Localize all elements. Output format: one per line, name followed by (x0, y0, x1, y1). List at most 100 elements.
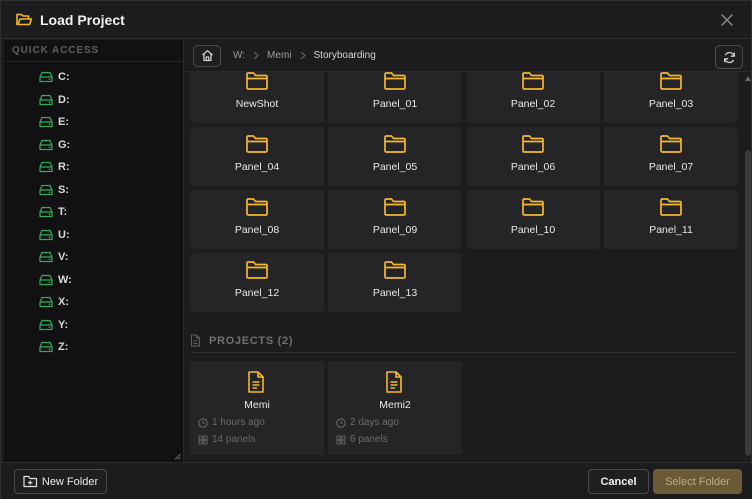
project-file-icon (246, 370, 266, 394)
scroll-up-arrow-icon[interactable] (745, 76, 751, 81)
folder-tile[interactable]: Panel_11 (604, 190, 738, 249)
folder-tile[interactable]: Panel_12 (190, 253, 324, 312)
home-icon (201, 49, 214, 62)
drive-label: Y: (58, 318, 69, 331)
sidebar-item-drive[interactable]: G: (4, 134, 183, 157)
project-name: Memi (244, 399, 270, 411)
breadcrumb-item-current[interactable]: Storyboarding (314, 50, 376, 61)
sidebar-item-drive[interactable]: C: (4, 66, 183, 89)
sidebar-item-drive[interactable]: S: (4, 179, 183, 202)
folder-plus-icon (23, 475, 38, 488)
dialog-footer: New Folder Cancel Select Folder (1, 462, 752, 499)
folder-name: Panel_02 (510, 98, 556, 110)
folder-tile[interactable]: Panel_04 (190, 127, 324, 186)
folder-name: Panel_10 (510, 224, 556, 236)
folder-icon (659, 197, 683, 217)
folder-icon (521, 134, 545, 154)
folder-icon (245, 134, 269, 154)
folder-name: Panel_12 (234, 287, 280, 299)
sidebar-item-drive[interactable]: Z: (4, 336, 183, 359)
hard-drive-icon (39, 206, 53, 218)
project-panels-text: 6 panels (350, 434, 388, 445)
drive-label: S: (58, 183, 69, 196)
select-folder-button[interactable]: Select Folder (653, 469, 742, 494)
folder-open-icon (15, 11, 33, 29)
quick-access-sidebar: QUICK ACCESS C: D: E: G: R: S: T: U: V: W: X: Y: Z: (4, 40, 184, 462)
folder-tile[interactable]: Panel_08 (190, 190, 324, 249)
new-folder-button[interactable]: New Folder (14, 469, 107, 494)
folder-icon (383, 197, 407, 217)
hard-drive-icon (39, 116, 53, 128)
folder-tile[interactable]: Panel_01 (328, 72, 462, 123)
refresh-icon (723, 51, 736, 64)
folder-tile[interactable]: NewShot (190, 72, 324, 123)
sidebar-item-drive[interactable]: Y: (4, 314, 183, 337)
folder-name: Panel_09 (372, 224, 418, 236)
breadcrumb-item-drive[interactable]: W: (233, 50, 245, 61)
resize-grip-icon[interactable] (174, 453, 181, 460)
project-tile[interactable]: Memi2 2 days ago 6 panels (328, 361, 462, 455)
folder-name: Panel_04 (234, 161, 280, 173)
clock-icon (336, 417, 346, 428)
sidebar-item-drive[interactable]: E: (4, 111, 183, 134)
folder-name: Panel_05 (372, 161, 418, 173)
folder-name: Panel_01 (372, 98, 418, 110)
close-icon[interactable] (719, 12, 735, 28)
project-time-text: 2 days ago (350, 417, 399, 428)
cancel-button[interactable]: Cancel (588, 469, 649, 494)
hard-drive-icon (39, 229, 53, 241)
scrollbar-thumb[interactable] (745, 150, 751, 456)
hard-drive-icon (39, 184, 53, 196)
hard-drive-icon (39, 139, 53, 151)
sidebar-item-drive[interactable]: U: (4, 224, 183, 247)
folder-name: Panel_13 (372, 287, 418, 299)
drive-label: E: (58, 116, 69, 129)
sidebar-item-drive[interactable]: R: (4, 156, 183, 179)
sidebar-item-drive[interactable]: D: (4, 89, 183, 112)
new-folder-label: New Folder (41, 475, 99, 488)
folder-tile[interactable]: Panel_07 (604, 127, 738, 186)
folder-icon (383, 72, 407, 91)
breadcrumb-item-memi[interactable]: Memi (267, 50, 291, 61)
breadcrumb: W: Memi Storyboarding (185, 40, 752, 72)
clock-icon (198, 417, 208, 428)
folder-tile[interactable]: Panel_13 (328, 253, 462, 312)
folder-name: Panel_03 (648, 98, 694, 110)
drive-label: V: (58, 251, 69, 264)
folder-icon (245, 72, 269, 91)
folder-name: NewShot (235, 98, 279, 110)
project-grid: Memi 1 hours ago 14 panels Memi2 2 days ago 6… (190, 361, 462, 455)
folder-tile[interactable]: Panel_10 (466, 190, 600, 249)
hard-drive-icon (39, 341, 53, 353)
folder-icon (659, 72, 683, 91)
hard-drive-icon (39, 71, 53, 83)
hard-drive-icon (39, 274, 53, 286)
project-panels-text: 14 panels (212, 434, 256, 445)
sidebar-item-drive[interactable]: X: (4, 291, 183, 314)
browser-main: W: Memi Storyboarding NewShot Panel_01 Pan… (185, 40, 752, 462)
projects-label: PROJECTS (2) (209, 334, 294, 347)
grid-icon (336, 435, 346, 445)
project-time-text: 1 hours ago (212, 417, 265, 428)
load-project-dialog: Load Project QUICK ACCESS C: D: E: G: R: S: T:… (0, 0, 752, 499)
folder-tile[interactable]: Panel_09 (328, 190, 462, 249)
folder-icon (383, 260, 407, 280)
sidebar-item-drive[interactable]: W: (4, 269, 183, 292)
folder-tile[interactable]: Panel_03 (604, 72, 738, 123)
chevron-right-icon (245, 51, 267, 60)
sidebar-item-drive[interactable]: V: (4, 246, 183, 269)
grid-icon (198, 435, 208, 445)
home-button[interactable] (193, 44, 221, 67)
project-tile[interactable]: Memi 1 hours ago 14 panels (190, 361, 324, 455)
project-panel-count: 6 panels (336, 434, 388, 445)
quick-access-header: QUICK ACCESS (4, 40, 183, 62)
folder-tile[interactable]: Panel_02 (466, 72, 600, 123)
scrollbar[interactable] (743, 72, 752, 462)
folder-tile[interactable]: Panel_05 (328, 127, 462, 186)
folder-content: NewShot Panel_01 Panel_02 Panel_03 Panel_04 P… (185, 72, 752, 462)
refresh-button[interactable] (715, 45, 743, 69)
dialog-title: Load Project (40, 11, 125, 28)
sidebar-item-drive[interactable]: T: (4, 201, 183, 224)
folder-tile[interactable]: Panel_06 (466, 127, 600, 186)
projects-section-header: PROJECTS (2) (190, 333, 738, 353)
